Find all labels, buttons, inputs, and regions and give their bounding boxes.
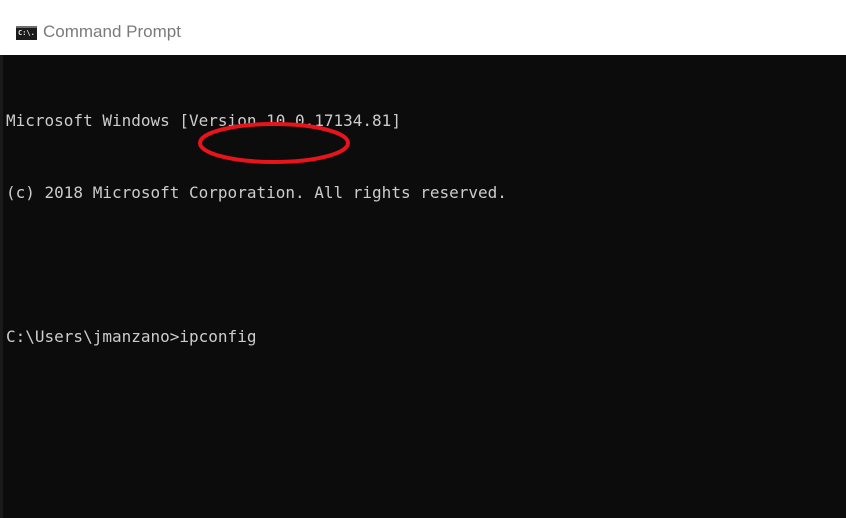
title-bar[interactable]: C:\. Command Prompt bbox=[0, 0, 846, 55]
command-prompt-path: C:\Users\jmanzano> bbox=[6, 327, 180, 346]
console-left-edge bbox=[0, 55, 3, 518]
window-title: Command Prompt bbox=[43, 22, 181, 41]
console-prompt-line[interactable]: C:\Users\jmanzano>ipconfig bbox=[6, 325, 836, 349]
red-circle-annotation bbox=[198, 122, 350, 164]
red-circle-annotation-stroke bbox=[198, 122, 350, 164]
console-line-copyright: (c) 2018 Microsoft Corporation. All righ… bbox=[6, 183, 507, 202]
command-prompt-window: C:\. Command Prompt Microsoft Windows [V… bbox=[0, 0, 846, 518]
console-area[interactable]: Microsoft Windows [Version 10.0.17134.81… bbox=[0, 55, 846, 518]
typed-command[interactable]: ipconfig bbox=[179, 327, 256, 346]
console-line-version: Microsoft Windows [Version 10.0.17134.81… bbox=[6, 111, 401, 130]
console-output[interactable]: Microsoft Windows [Version 10.0.17134.81… bbox=[6, 61, 836, 397]
cmd-icon: C:\. bbox=[16, 26, 37, 40]
cmd-icon-label: C:\. bbox=[18, 29, 35, 37]
